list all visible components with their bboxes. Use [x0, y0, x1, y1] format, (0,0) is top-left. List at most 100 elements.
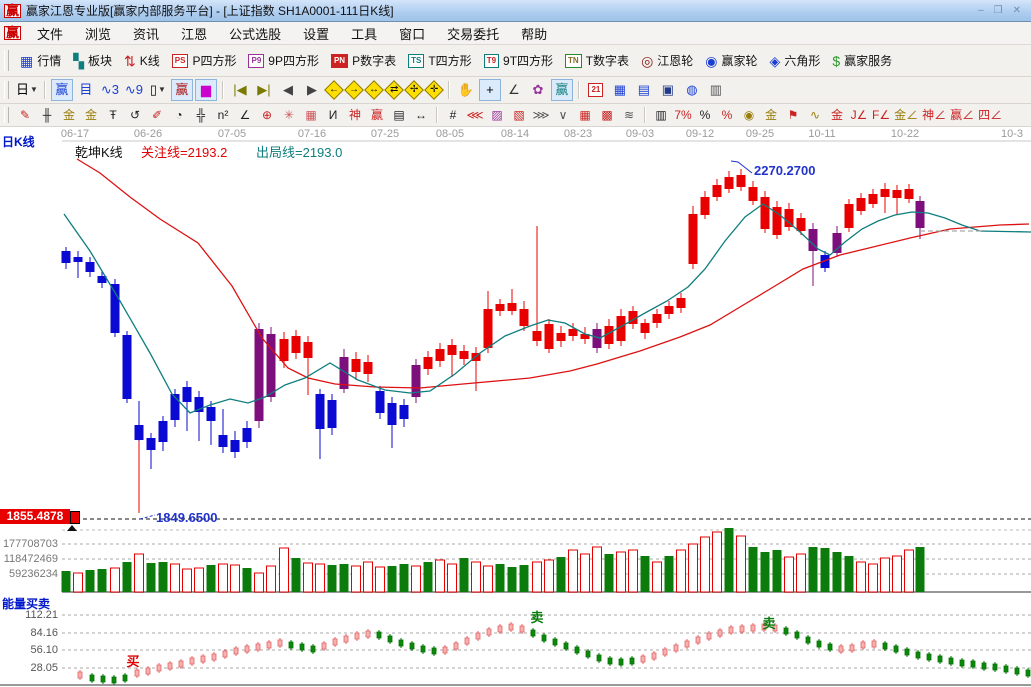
nav-dia-swap-button[interactable]: ⇄ [384, 80, 404, 100]
toolbar-item-quotes[interactable]: ▦行情 [14, 50, 67, 71]
maximize-button[interactable]: ❒ [994, 5, 1003, 16]
menu-item-8[interactable]: 交易委托 [436, 22, 510, 45]
nav-save-button[interactable]: ▣ [657, 79, 679, 101]
draw-k-tool-button[interactable]: И [323, 105, 343, 125]
draw-grid-purple-button[interactable]: ▨ [487, 105, 507, 125]
menu-item-3[interactable]: 江恩 [170, 22, 218, 45]
draw-pct-line-button[interactable]: % [717, 105, 737, 125]
draw-angle-line-button[interactable]: ∠ [235, 105, 255, 125]
menu-item-0[interactable]: 文件 [26, 22, 74, 45]
draw-target-button[interactable]: ⊕ [257, 105, 277, 125]
draw-gold-ratio-2-button[interactable]: 金 [81, 105, 101, 125]
draw-gold-line-button[interactable]: 金 [761, 105, 781, 125]
draw-time-cycle-button[interactable]: ◔ [169, 105, 189, 125]
nav-dia-left-button[interactable]: ← [324, 80, 344, 100]
draw-wave-button[interactable]: ∿ [805, 105, 825, 125]
close-button[interactable]: ✕ [1013, 5, 1021, 16]
draw-pen-button[interactable]: ✎ [15, 105, 35, 125]
draw-ruler-button[interactable]: ▤ [389, 105, 409, 125]
nav-histogram-button[interactable]: ▆ [195, 79, 217, 101]
toolbar-item-t-number-table[interactable]: TNT数字表 [559, 50, 635, 71]
draw-pct-7-button[interactable]: 7% [673, 105, 693, 125]
draw-gold-ratio-button[interactable]: 金 [59, 105, 79, 125]
draw-win-tool-button[interactable]: 赢 [367, 105, 387, 125]
nav-prev-button[interactable]: ◀ [277, 79, 299, 101]
nav-win-blue-button[interactable]: 赢 [51, 79, 73, 101]
menu-item-1[interactable]: 浏览 [74, 22, 122, 45]
nav-period-day-button[interactable]: 日▼ [15, 79, 39, 101]
toolbar-item-hexagon[interactable]: ◈六角形 [764, 50, 827, 71]
draw-zigzag-button[interactable]: ∨ [553, 105, 573, 125]
toolbar-item-winner-wheel[interactable]: ◉赢家轮 [699, 50, 763, 71]
draw-levels-button[interactable]: ▥ [651, 105, 671, 125]
draw-gold-red-button[interactable]: 金 [827, 105, 847, 125]
menu-item-7[interactable]: 窗口 [388, 22, 436, 45]
draw-brush-button[interactable]: ✐ [147, 105, 167, 125]
draw-spiral-button[interactable]: ↺ [125, 105, 145, 125]
draw-j-angle-button[interactable]: J∠ [849, 105, 869, 125]
toolbar-item-p-number-table[interactable]: PNP数字表 [325, 50, 402, 71]
draw-grid-line-button[interactable]: ╬ [191, 105, 211, 125]
nav-win-teal-button[interactable]: 赢 [551, 79, 573, 101]
draw-parallel-button[interactable]: ≋ [619, 105, 639, 125]
draw-gold-angle-button[interactable]: 金∠ [893, 105, 919, 125]
toolbar-item-kline[interactable]: ⇅K线 [118, 50, 166, 71]
draw-matrix-button[interactable]: ▦ [575, 105, 595, 125]
nav-dia-right-button[interactable]: → [344, 80, 364, 100]
nav-dia-lr-button[interactable]: ↔ [364, 80, 384, 100]
nav-calendar-button[interactable]: 21 [585, 79, 607, 101]
minimize-button[interactable]: – [978, 5, 984, 16]
draw-matrix-2-button[interactable]: ▩ [597, 105, 617, 125]
draw-fan-lines-button[interactable]: ⋘ [465, 105, 485, 125]
draw-rays-button[interactable]: ⋙ [531, 105, 551, 125]
nav-angle-tool-button[interactable]: ∠ [503, 79, 525, 101]
draw-box-grid-button[interactable]: ▦ [301, 105, 321, 125]
toolbar-item-gann-wheel[interactable]: ◎江恩轮 [635, 50, 699, 71]
nav-candle-type-button[interactable]: ▯▼ [147, 79, 169, 101]
draw-gann-line-button[interactable]: ╫ [37, 105, 57, 125]
nav-notes-button[interactable]: ▤ [633, 79, 655, 101]
chart-canvas[interactable] [0, 127, 1031, 687]
draw-si-angle-button[interactable]: 四∠ [977, 105, 1003, 125]
menu-item-4[interactable]: 公式选股 [218, 22, 292, 45]
toolbar-item-t-square[interactable]: TST四方形 [402, 50, 478, 71]
nav-hand-button[interactable]: ✋ [455, 79, 477, 101]
toolbar-item-winner-service[interactable]: $赢家服务 [826, 50, 898, 71]
draw-pct-button[interactable]: % [695, 105, 715, 125]
menu-item-2[interactable]: 资讯 [122, 22, 170, 45]
nav-win-red-button[interactable]: 赢 [171, 79, 193, 101]
nav-calculator-button[interactable]: ▦ [609, 79, 631, 101]
menu-item-9[interactable]: 帮助 [510, 22, 558, 45]
toolbar-item-9p-square[interactable]: P99P四方形 [242, 50, 324, 71]
menu-item-6[interactable]: 工具 [340, 22, 388, 45]
draw-f-line-button[interactable]: Ŧ [103, 105, 123, 125]
menu-item-5[interactable]: 设置 [292, 22, 340, 45]
nav-next-button[interactable]: ▶ [301, 79, 323, 101]
draw-n-square-button[interactable]: n² [213, 105, 233, 125]
nav-crosshair-button[interactable]: + [479, 79, 501, 101]
draw-measure-button[interactable]: ↔ [411, 105, 431, 125]
draw-win-angle-button[interactable]: 赢∠ [949, 105, 975, 125]
nav-chart-3-button[interactable]: ∿3 [99, 79, 121, 101]
nav-print-button[interactable]: ▥ [705, 79, 727, 101]
toolbar-item-9t-square[interactable]: T99T四方形 [478, 50, 559, 71]
draw-shen-tool-button[interactable]: 神 [345, 105, 365, 125]
nav-first-button[interactable]: |◀ [229, 79, 251, 101]
nav-dia-plus-button[interactable]: ✛ [424, 80, 444, 100]
toolbar-item-p-square[interactable]: PSP四方形 [166, 50, 243, 71]
nav-chart-9-button[interactable]: ∿9 [123, 79, 145, 101]
draw-flag-button[interactable]: ⚑ [783, 105, 803, 125]
nav-last-button[interactable]: ▶| [253, 79, 275, 101]
draw-star-grid-button[interactable]: ✳ [279, 105, 299, 125]
nav-gann-tool-button[interactable]: ✿ [527, 79, 549, 101]
draw-frame-button[interactable]: # [443, 105, 463, 125]
nav-info-doc-button[interactable]: 目 [75, 79, 97, 101]
toolbar-item-sectors[interactable]: ▚板块 [67, 50, 118, 71]
draw-f-angle-button[interactable]: F∠ [871, 105, 891, 125]
draw-shen-angle-button[interactable]: 神∠ [921, 105, 947, 125]
nav-dia-cross-button[interactable]: ✢ [404, 80, 424, 100]
draw-grid-red-button[interactable]: ▧ [509, 105, 529, 125]
nav-net-button[interactable]: ◍ [681, 79, 703, 101]
price-tag-handle[interactable] [70, 511, 80, 524]
draw-gold-circle-button[interactable]: ◉ [739, 105, 759, 125]
